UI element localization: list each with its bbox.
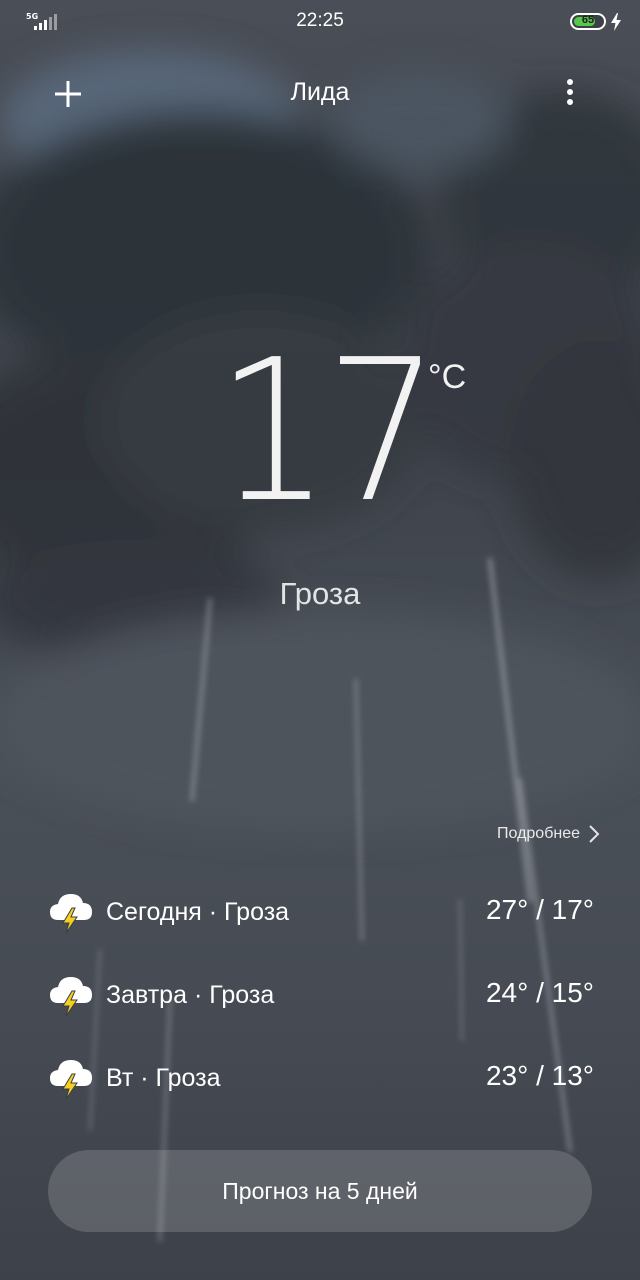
battery-level: 65	[581, 14, 595, 26]
clock: 22:25	[296, 10, 344, 31]
forecast-temp-range: 27° / 17°	[485, 894, 594, 925]
forecast-row-tuesday[interactable]: Вт · Гроза 23° / 13°	[48, 1046, 594, 1129]
status-bar: 5G 22:25 65	[0, 0, 640, 44]
thunderstorm-icon	[50, 1060, 92, 1100]
chevron-right-icon	[589, 825, 600, 843]
temperature-unit: °C	[428, 358, 467, 396]
charging-icon	[611, 13, 621, 31]
forecast-day-label: Сегодня · Гроза	[106, 898, 290, 926]
city-name[interactable]: Лида	[0, 78, 640, 107]
forecast-day-label: Вт · Гроза	[106, 1064, 221, 1092]
thunderstorm-icon	[50, 894, 92, 934]
forecast-day-label: Завтра · Гроза	[106, 981, 275, 1009]
five-day-forecast-button[interactable]: Прогноз на 5 дней	[48, 1150, 592, 1232]
forecast-temp-range: 24° / 15°	[485, 977, 594, 1008]
forecast-row-today[interactable]: Сегодня · Гроза 27° / 17°	[48, 880, 594, 963]
daily-forecast-list: Сегодня · Гроза 27° / 17° Завтра · Гроза…	[48, 880, 594, 1129]
more-options-button[interactable]	[552, 76, 588, 112]
current-temperature: 17	[216, 318, 440, 546]
details-link[interactable]: Подробнее	[497, 824, 600, 844]
header: Лида	[0, 66, 640, 122]
weather-screen: 5G 22:25 65 Лида 17 °C Гроза Подробнее С…	[0, 0, 640, 1280]
current-condition: Гроза	[279, 576, 361, 611]
forecast-row-tomorrow[interactable]: Завтра · Гроза 24° / 15°	[48, 963, 594, 1046]
forecast-temp-range: 23° / 13°	[485, 1060, 594, 1091]
battery-icon: 65	[570, 13, 606, 30]
details-link-label: Подробнее	[497, 825, 580, 842]
thunderstorm-icon	[50, 977, 92, 1017]
